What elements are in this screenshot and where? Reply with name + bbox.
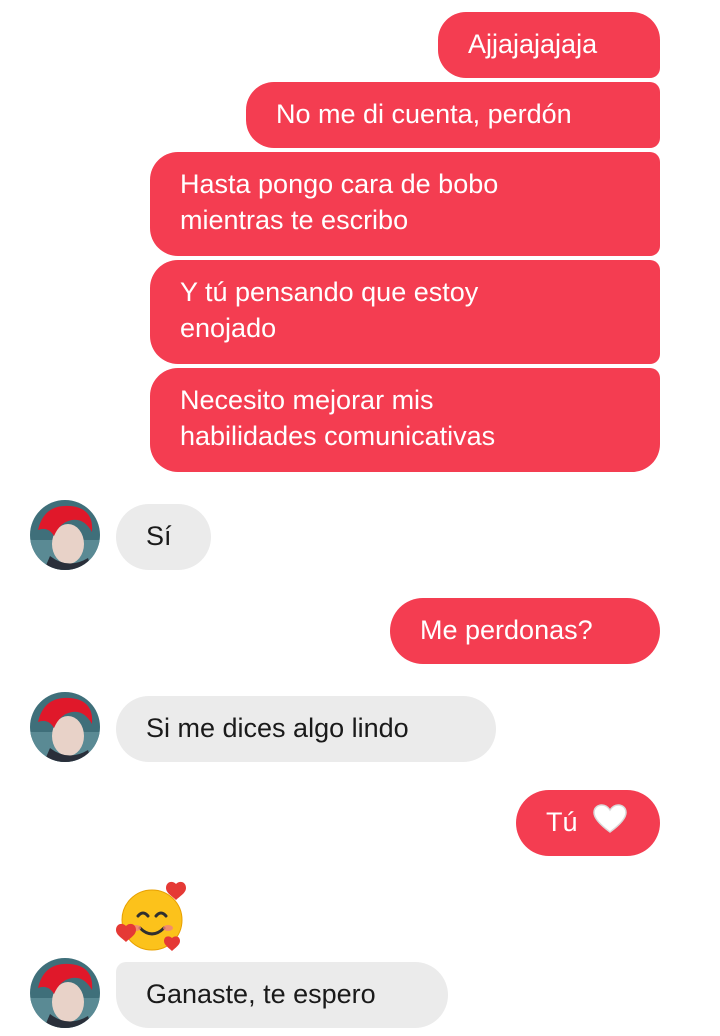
smiling-face-with-hearts-icon <box>114 880 194 960</box>
message-text: Me perdonas? <box>420 615 593 645</box>
contact-avatar[interactable] <box>30 958 100 1028</box>
message-text-line: Y tú pensando que estoy <box>180 277 479 307</box>
message-text: No me di cuenta, perdón <box>276 99 572 129</box>
sent-message-bubble[interactable]: Y tú pensando que estoy enojado <box>150 260 660 364</box>
message-text: Si me dices algo lindo <box>146 713 409 743</box>
received-message-bubble[interactable]: Si me dices algo lindo <box>116 696 496 762</box>
message-text-line: Necesito mejorar mis <box>180 385 434 415</box>
sent-message-bubble[interactable]: Tú <box>516 790 660 856</box>
received-message-bubble[interactable]: Sí <box>116 504 211 570</box>
message-text-line: enojado <box>180 313 277 343</box>
white-heart-icon <box>593 804 627 843</box>
sent-message-bubble[interactable]: Necesito mejorar mis habilidades comunic… <box>150 368 660 472</box>
message-text-line: Hasta pongo cara de bobo <box>180 169 499 199</box>
contact-avatar[interactable] <box>30 692 100 762</box>
message-text: Tú <box>546 807 578 837</box>
message-text: Sí <box>146 521 172 551</box>
sent-message-bubble[interactable]: Hasta pongo cara de bobo mientras te esc… <box>150 152 660 256</box>
message-text-line: mientras te escribo <box>180 205 409 235</box>
sent-message-bubble[interactable]: Me perdonas? <box>390 598 660 664</box>
received-message-bubble[interactable]: Ganaste, te espero <box>116 962 448 1028</box>
message-text: Ajjajajajaja <box>468 29 598 59</box>
message-text-line: habilidades comunicativas <box>180 421 496 451</box>
sent-message-bubble[interactable]: Ajjajajajaja <box>438 12 660 78</box>
message-text: Ganaste, te espero <box>146 979 376 1009</box>
contact-avatar[interactable] <box>30 500 100 570</box>
sent-message-bubble[interactable]: No me di cuenta, perdón <box>246 82 660 148</box>
